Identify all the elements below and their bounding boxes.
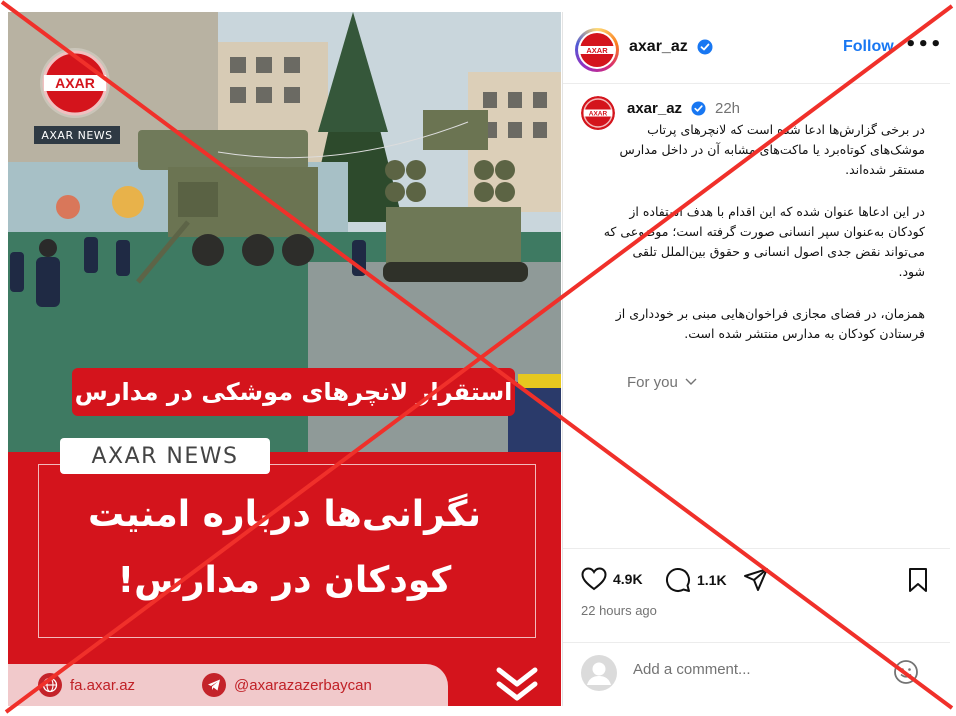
header-avatar[interactable]: AXAR — [575, 28, 619, 72]
heart-icon[interactable] — [581, 567, 607, 591]
brand-pill: AXAR NEWS — [60, 438, 270, 474]
for-you-link[interactable]: For you — [627, 374, 697, 391]
comment-input[interactable]: Add a comment... — [633, 661, 751, 678]
header-avatar-text: AXAR — [586, 46, 608, 55]
headline-line-2: کودکان در مدارس! — [117, 560, 452, 601]
red-headline-panel: AXAR NEWS نگرانی‌ها درباره امنیت کودکان … — [8, 438, 561, 706]
globe-icon — [38, 673, 62, 697]
comment-count[interactable]: 1.1K — [697, 572, 727, 588]
caption-avatar-text: AXAR — [589, 111, 608, 118]
emoji-icon[interactable] — [893, 659, 919, 685]
double-chevron-down-icon — [496, 667, 538, 701]
footer-website-label: fa.axar.az — [70, 676, 136, 694]
post-time-ago[interactable]: 22 hours ago — [581, 603, 657, 618]
verified-icon — [697, 39, 713, 55]
like-count[interactable]: 4.9K — [613, 571, 643, 587]
for-you-label: For you — [627, 374, 678, 391]
headline-frame — [38, 464, 536, 638]
footer-telegram: @axarazazerbaycan — [202, 673, 372, 697]
headline-line-1: نگرانی‌ها درباره امنیت — [87, 494, 481, 535]
comment-bar: Add a comment... — [563, 642, 950, 706]
verified-icon — [691, 101, 706, 116]
telegram-icon — [202, 673, 226, 697]
user-avatar-icon — [581, 655, 617, 691]
header-username[interactable]: axar_az — [629, 38, 688, 56]
comment-icon[interactable] — [665, 567, 691, 593]
chevron-down-icon — [685, 378, 697, 385]
caption-username[interactable]: axar_az — [627, 100, 682, 117]
axar-logo-text: AXAR — [55, 75, 95, 91]
post-header: AXAR axar_az Follow ••• — [563, 12, 950, 84]
image-footer-bar: fa.axar.az @axarazazerbaycan — [8, 664, 448, 706]
caption-paragraph-2: در این ادعاها عنوان شده که این اقدام با … — [603, 204, 925, 279]
axar-logo: AXAR — [40, 48, 110, 118]
post-image[interactable]: AXAR AXAR NEWS استقرار لانچرهای موشکی در… — [8, 12, 561, 706]
comment-action: 1.1K — [665, 567, 727, 593]
share-icon[interactable] — [743, 567, 769, 593]
image-title-banner: استقرار لانچرهای موشکی در مدارس — [72, 368, 515, 416]
footer-website: fa.axar.az — [38, 673, 135, 697]
footer-telegram-label: @axarazazerbaycan — [234, 676, 372, 694]
like-action: 4.9K — [581, 567, 643, 591]
bookmark-icon[interactable] — [907, 567, 929, 593]
caption-paragraph-3: همزمان، در فضای مجازی فراخوان‌هایی مبنی … — [615, 306, 925, 341]
more-options-button[interactable]: ••• — [905, 34, 943, 55]
caption-time[interactable]: 22h — [715, 100, 740, 117]
post-side-panel: AXAR axar_az Follow ••• AXAR axar_az 22h… — [562, 12, 950, 706]
follow-button[interactable]: Follow — [843, 38, 894, 56]
axar-news-tag: AXAR NEWS — [34, 126, 120, 144]
screenshot-root: AXAR AXAR NEWS استقرار لانچرهای موشکی در… — [0, 0, 956, 716]
post-actions-bar: 4.9K 1.1K 22 hours ago — [563, 548, 950, 648]
caption-paragraph-1: در برخی گزارش‌ها ادعا شده است که لانچرها… — [619, 122, 925, 177]
